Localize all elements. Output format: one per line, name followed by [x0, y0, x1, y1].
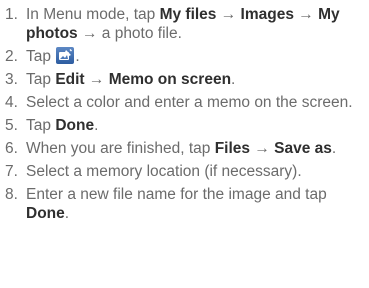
edit-photo-icon: [56, 47, 75, 64]
step-3: 3. Tap Edit → Memo on screen.: [5, 71, 236, 88]
step-8: 8. Enter a new file name for the image a…: [5, 186, 327, 222]
step-number: 4.: [5, 94, 18, 111]
menu-label-files: Files: [214, 140, 251, 157]
step-number: 3.: [5, 71, 18, 88]
instruction-steps-list: 1. In Menu mode, tap My files → Images →…: [0, 5, 369, 227]
step-number: 5.: [5, 117, 18, 134]
step-number: 2.: [5, 48, 18, 65]
step-2: 2. Tap .: [5, 47, 80, 65]
menu-label-save-as: Save as: [274, 140, 332, 157]
step-6: 6. When you are finished, tap Files → Sa…: [5, 140, 337, 157]
step-5: 5. Tap Done.: [5, 117, 99, 134]
menu-label-done: Done: [26, 205, 65, 222]
menu-label-edit: Edit: [55, 71, 85, 88]
step-1: 1. In Menu mode, tap My files → Images →…: [5, 6, 340, 42]
step-7: 7. Select a memory location (if necessar…: [5, 163, 302, 180]
step-4: 4. Select a color and enter a memo on th…: [5, 94, 353, 111]
step-number: 1.: [5, 6, 18, 23]
menu-label-my-files: My files: [159, 6, 217, 23]
step-number: 8.: [5, 186, 18, 203]
menu-label-memo-on-screen: Memo on screen: [108, 71, 232, 88]
step-number: 7.: [5, 163, 18, 180]
menu-label-done: Done: [55, 117, 95, 134]
step-number: 6.: [5, 140, 18, 157]
menu-label-images: Images: [240, 6, 294, 23]
